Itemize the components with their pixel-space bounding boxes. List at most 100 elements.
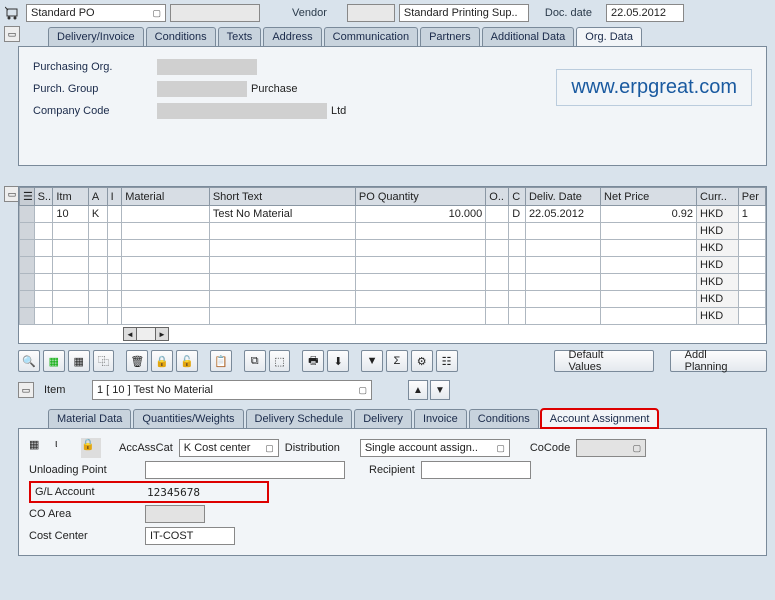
col-i[interactable]: I xyxy=(107,188,122,206)
company-code-value xyxy=(157,103,327,119)
item-select[interactable]: 1 [ 10 ] Test No Material ▢ xyxy=(92,380,372,400)
cocode-label: CoCode xyxy=(530,442,570,454)
attach-icon[interactable]: ⧉ xyxy=(244,350,266,372)
deselect-icon[interactable]: ▦ xyxy=(68,350,90,372)
print-layout-icon[interactable]: ⬚ xyxy=(269,350,291,372)
tab-org-data[interactable]: Org. Data xyxy=(576,27,642,46)
addl-planning-button[interactable]: Addl Planning xyxy=(670,350,767,372)
col-material[interactable]: Material xyxy=(122,188,210,206)
tab-material-data[interactable]: Material Data xyxy=(48,409,131,428)
gl-account-value: 12345678 xyxy=(147,486,200,499)
sum-icon[interactable]: Σ xyxy=(386,350,408,372)
select-all-icon[interactable]: ▦ xyxy=(43,350,65,372)
layout-icon[interactable]: ▦ xyxy=(29,438,49,458)
po-number-field[interactable] xyxy=(170,4,260,22)
lock2-icon[interactable]: 🔒 xyxy=(81,438,101,458)
col-net-price[interactable]: Net Price xyxy=(601,188,697,206)
unlock-icon[interactable]: 🔓 xyxy=(176,350,198,372)
table-row[interactable]: HKD xyxy=(20,274,766,291)
tab-partners[interactable]: Partners xyxy=(420,27,480,46)
distribution-field[interactable]: Single account assign..▢ xyxy=(360,439,510,457)
table-row[interactable]: HKD xyxy=(20,257,766,274)
col-po-quantity[interactable]: PO Quantity xyxy=(355,188,485,206)
cell-c: D xyxy=(509,206,526,223)
download-icon[interactable]: ⬇ xyxy=(327,350,349,372)
tab-conditions[interactable]: Conditions xyxy=(146,27,216,46)
table-row[interactable]: HKD xyxy=(20,240,766,257)
scroll-right-icon[interactable]: ► xyxy=(155,327,169,341)
lock-icon[interactable]: 🔒 xyxy=(151,350,173,372)
vendor-name-text: Standard Printing Sup.. xyxy=(404,7,518,19)
tab-address[interactable]: Address xyxy=(263,27,321,46)
tab-texts[interactable]: Texts xyxy=(218,27,262,46)
col-curr[interactable]: Curr.. xyxy=(697,188,739,206)
grid-hscroll[interactable]: ◄ ► xyxy=(119,325,766,343)
next-item-icon[interactable]: ▼ xyxy=(430,380,450,400)
tab-conditions-item[interactable]: Conditions xyxy=(469,409,539,428)
tab-delivery[interactable]: Delivery xyxy=(354,409,412,428)
unloading-label: Unloading Point xyxy=(29,464,139,476)
docdate-value: 22.05.2012 xyxy=(611,7,666,19)
tab-delivery-invoice[interactable]: Delivery/Invoice xyxy=(48,27,144,46)
settings-icon[interactable]: ⚙ xyxy=(411,350,433,372)
tab-communication[interactable]: Communication xyxy=(324,27,418,46)
cell-deliv: 22.05.2012 xyxy=(525,206,600,223)
po-type-select[interactable]: Standard PO ▢ xyxy=(26,4,166,22)
collapse-item-icon[interactable]: ▭ xyxy=(18,382,34,398)
detail-view-icon[interactable]: 🔍 xyxy=(18,350,40,372)
collapse-header-icon[interactable]: ▭ xyxy=(4,26,20,42)
grid-toolbar: 🔍 ▦ ▦ ⿻ 🗑 🔒 🔓 📋 ⧉ ⬚ 🖶 ⬇ ▼ Σ ⚙ ☷ Default … xyxy=(0,344,775,376)
purch-group-text: Purchase xyxy=(251,83,297,95)
copy-icon[interactable]: 📋 xyxy=(210,350,232,372)
col-per[interactable]: Per xyxy=(738,188,765,206)
delete-icon[interactable]: 🗑 xyxy=(126,350,148,372)
col-deliv-date[interactable]: Deliv. Date xyxy=(525,188,600,206)
tab-additional-data[interactable]: Additional Data xyxy=(482,27,575,46)
item-tabs: Material Data Quantities/Weights Deliver… xyxy=(0,406,775,428)
duplicate-icon[interactable]: ⿻ xyxy=(93,350,115,372)
default-values-button[interactable]: Default Values xyxy=(554,350,654,372)
table-row[interactable]: HKD xyxy=(20,291,766,308)
col-short-text[interactable]: Short Text xyxy=(209,188,355,206)
vendor-label: Vendor xyxy=(292,7,327,19)
tab-invoice[interactable]: Invoice xyxy=(414,409,467,428)
costcenter-field[interactable]: IT-COST xyxy=(145,527,235,545)
unloading-field[interactable] xyxy=(145,461,345,479)
cart-icon xyxy=(4,4,22,22)
filter-icon[interactable]: ▼ xyxy=(361,350,383,372)
company-code-text: Ltd xyxy=(331,105,346,117)
table-row[interactable]: HKD xyxy=(20,308,766,325)
col-a[interactable]: A xyxy=(88,188,107,206)
table-row[interactable]: 10 K Test No Material 10.000 D 22.05.201… xyxy=(20,206,766,223)
tab-quantities-weights[interactable]: Quantities/Weights xyxy=(133,409,243,428)
tab-account-assignment[interactable]: Account Assignment xyxy=(541,409,659,428)
purch-group-label: Purch. Group xyxy=(33,83,153,95)
item-table[interactable]: ☰ S.. Itm A I Material Short Text PO Qua… xyxy=(19,187,766,325)
prev-item-icon[interactable]: ▲ xyxy=(408,380,428,400)
col-select-all[interactable]: ☰ xyxy=(20,188,35,206)
col-itm[interactable]: Itm xyxy=(53,188,88,206)
purch-group-value xyxy=(157,81,247,97)
vendor-code-field[interactable] xyxy=(347,4,395,22)
watermark: www.erpgreat.com xyxy=(556,69,752,106)
accasscat-field[interactable]: K Cost center▢ xyxy=(179,439,279,457)
cocode-field[interactable]: ▢ xyxy=(576,439,646,457)
recipient-field[interactable] xyxy=(421,461,531,479)
item-grid: ☰ S.. Itm A I Material Short Text PO Qua… xyxy=(18,186,767,344)
account-assignment-panel: ▦ ι 🔒 AccAssCat K Cost center▢ Distribut… xyxy=(18,428,767,556)
col-status[interactable]: S.. xyxy=(34,188,53,206)
docdate-field[interactable]: 22.05.2012 xyxy=(606,4,684,22)
cell-per: 1 xyxy=(738,206,765,223)
item-select-value: 1 [ 10 ] Test No Material xyxy=(97,384,213,396)
col-c[interactable]: C xyxy=(509,188,526,206)
candle-icon[interactable]: ι xyxy=(55,438,75,458)
planning-icon[interactable]: ☷ xyxy=(436,350,458,372)
gl-account-label: G/L Account xyxy=(35,486,141,498)
print-icon[interactable]: 🖶 xyxy=(302,350,324,372)
tab-delivery-schedule[interactable]: Delivery Schedule xyxy=(246,409,353,428)
scroll-left-icon[interactable]: ◄ xyxy=(123,327,137,341)
col-o[interactable]: O.. xyxy=(486,188,509,206)
coarea-field[interactable] xyxy=(145,505,205,523)
cell-itm: 10 xyxy=(53,206,88,223)
table-row[interactable]: HKD xyxy=(20,223,766,240)
